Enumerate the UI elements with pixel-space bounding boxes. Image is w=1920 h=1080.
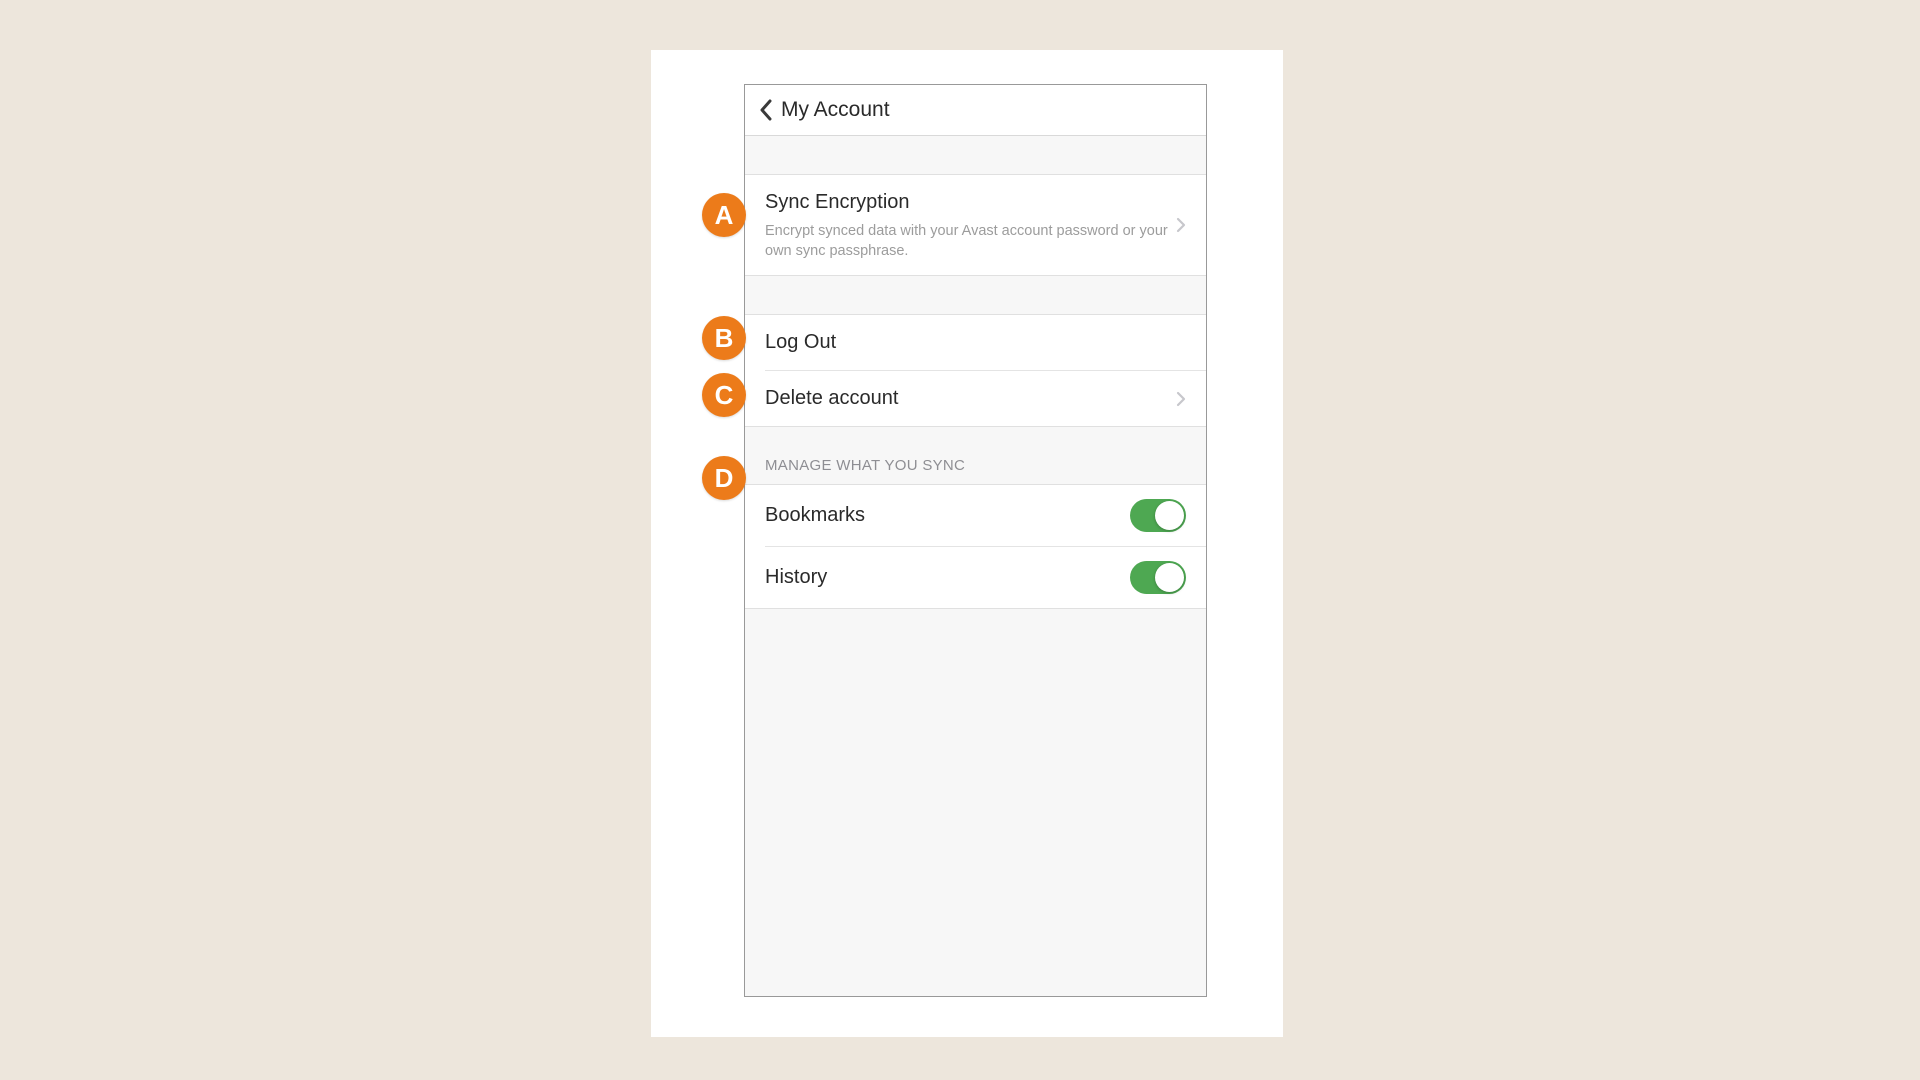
history-toggle[interactable] xyxy=(1130,561,1186,594)
log-out-row[interactable]: Log Out xyxy=(745,315,1206,370)
page-title: My Account xyxy=(781,98,890,122)
row-content: Sync Encryption Encrypt synced data with… xyxy=(765,189,1176,261)
toggle-knob xyxy=(1155,501,1184,530)
bookmarks-row: Bookmarks xyxy=(745,485,1206,546)
row-content: Bookmarks xyxy=(765,502,1130,529)
annotation-badge-c: C xyxy=(702,373,746,417)
sync-encryption-row[interactable]: Sync Encryption Encrypt synced data with… xyxy=(745,175,1206,275)
sync-section-header: MANAGE WHAT YOU SYNC xyxy=(745,457,1206,484)
header-bar: My Account xyxy=(745,85,1206,136)
bookmarks-label: Bookmarks xyxy=(765,502,1130,529)
bookmarks-toggle[interactable] xyxy=(1130,499,1186,532)
row-content: Log Out xyxy=(765,329,1186,356)
delete-account-label: Delete account xyxy=(765,385,1176,412)
device-frame: My Account Sync Encryption Encrypt synce… xyxy=(744,84,1207,997)
empty-area xyxy=(745,608,1206,996)
row-content: Delete account xyxy=(765,385,1176,412)
sync-toggles-group: Bookmarks History xyxy=(745,485,1206,608)
sync-section-header-block: MANAGE WHAT YOU SYNC xyxy=(745,427,1206,485)
annotation-badge-b: B xyxy=(702,316,746,360)
account-actions-group: Log Out Delete account xyxy=(745,315,1206,427)
toggle-knob xyxy=(1155,563,1184,592)
delete-account-row[interactable]: Delete account xyxy=(745,371,1206,426)
spacer xyxy=(745,276,1206,315)
sync-encryption-subtitle: Encrypt synced data with your Avast acco… xyxy=(765,222,1176,261)
log-out-label: Log Out xyxy=(765,329,1186,356)
row-content: History xyxy=(765,564,1130,591)
spacer xyxy=(745,136,1206,175)
history-row: History xyxy=(745,547,1206,608)
history-label: History xyxy=(765,564,1130,591)
sync-encryption-group: Sync Encryption Encrypt synced data with… xyxy=(745,175,1206,276)
annotation-badge-a: A xyxy=(702,193,746,237)
annotation-badge-d: D xyxy=(702,456,746,500)
chevron-right-icon xyxy=(1176,217,1186,233)
sync-encryption-title: Sync Encryption xyxy=(765,189,1176,216)
chevron-right-icon xyxy=(1176,391,1186,407)
back-chevron-icon[interactable] xyxy=(757,98,773,122)
